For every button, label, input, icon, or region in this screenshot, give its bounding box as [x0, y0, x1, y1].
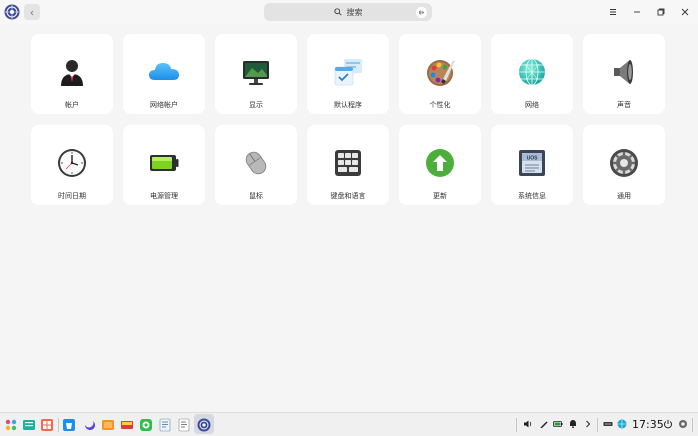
app-store-icon[interactable] [62, 418, 76, 432]
taskbar-separator [58, 418, 59, 432]
photos-icon[interactable] [120, 418, 134, 432]
close-icon [681, 8, 689, 16]
menu-icon [610, 9, 616, 15]
tile-label: 个性化 [429, 101, 451, 109]
close-button[interactable] [679, 6, 691, 18]
tile-label: 默认程序 [334, 101, 362, 109]
update-arrow-icon [426, 149, 454, 177]
tile-label: 显示 [249, 101, 263, 109]
palette-icon [427, 60, 455, 86]
tile-label: 声音 [617, 101, 631, 109]
power-icon[interactable] [663, 419, 673, 429]
tile-label: 电源管理 [150, 192, 178, 200]
clock-icon [58, 149, 86, 177]
tile-account[interactable]: 帐户 [31, 34, 113, 114]
tile-general[interactable]: 通用 [583, 125, 665, 205]
network-globe-icon [519, 58, 545, 86]
default-apps-icon [334, 59, 362, 86]
gear-icon [610, 149, 638, 177]
tile-mouse[interactable]: 鼠标 [215, 125, 297, 205]
tile-default-apps[interactable]: 默认程序 [307, 34, 389, 114]
cloud-icon [149, 63, 179, 80]
chevron-left-icon: ‹ [29, 5, 35, 19]
tile-sound[interactable]: 声音 [583, 34, 665, 114]
tile-label: 鼠标 [249, 192, 263, 200]
minimize-icon [634, 11, 640, 13]
tile-system-info[interactable]: UOS 系统信息 [491, 125, 573, 205]
multitask-view-icon[interactable] [22, 418, 36, 432]
tile-update[interactable]: 更新 [399, 125, 481, 205]
volume-icon[interactable] [523, 419, 533, 429]
tile-label: 网络帐户 [150, 101, 178, 109]
launcher-icon[interactable] [4, 418, 18, 432]
workspace-icon[interactable] [40, 418, 54, 432]
restore-icon [657, 8, 665, 16]
tile-label: 网络 [525, 101, 539, 109]
tile-cloud-account[interactable]: 网络帐户 [123, 34, 205, 114]
title-bar: ‹ 搜索 [0, 0, 698, 24]
system-info-icon: UOS [519, 150, 545, 176]
tray-separator [597, 418, 598, 432]
document-viewer-icon[interactable] [158, 418, 172, 432]
tile-label: 通用 [617, 192, 631, 200]
control-center-icon[interactable] [197, 418, 211, 432]
tile-personalization[interactable]: 个性化 [399, 34, 481, 114]
tile-display[interactable]: 显示 [215, 34, 297, 114]
app-logo-icon [4, 4, 20, 20]
notification-bell-icon[interactable] [568, 419, 578, 429]
search-icon [333, 8, 342, 16]
chat-icon[interactable] [139, 418, 153, 432]
mouse-icon [245, 151, 267, 175]
keyboard-icon [335, 150, 361, 176]
tile-datetime[interactable]: 时间日期 [31, 125, 113, 205]
battery-icon [150, 155, 179, 171]
svg-text:UOS: UOS [527, 156, 539, 162]
tile-label: 键盘和语言 [330, 192, 366, 200]
pen-icon[interactable] [539, 419, 549, 429]
tile-power[interactable]: 电源管理 [123, 125, 205, 205]
tile-network[interactable]: 网络 [491, 34, 573, 114]
browser-icon[interactable] [82, 418, 96, 432]
tile-label: 系统信息 [518, 192, 546, 200]
tile-label: 时间日期 [58, 192, 86, 200]
settings-tray-icon[interactable] [678, 419, 688, 429]
search-box[interactable]: 搜索 [264, 3, 432, 21]
monitor-icon [243, 61, 269, 85]
search-label: 搜索 [346, 7, 363, 17]
file-manager-icon[interactable] [101, 418, 115, 432]
taskbar: 17:35 [0, 412, 698, 436]
voice-icon [419, 10, 424, 15]
speaker-icon [614, 60, 633, 84]
tile-label: 帐户 [65, 101, 79, 109]
tray-separator [516, 418, 517, 432]
tray-expand-chevron-icon[interactable] [583, 419, 593, 429]
account-icon [61, 60, 83, 86]
text-editor-icon[interactable] [177, 418, 191, 432]
taskbar-clock[interactable]: 17:35 [632, 418, 664, 431]
menu-button[interactable] [607, 6, 619, 18]
minimize-button[interactable] [631, 6, 643, 18]
keyboard-layout-icon[interactable] [603, 419, 613, 429]
tile-keyboard[interactable]: 键盘和语言 [307, 125, 389, 205]
tile-label: 更新 [433, 192, 447, 200]
voice-search-button[interactable] [416, 7, 427, 18]
control-center-window: ‹ 搜索 帐户 网络帐户 显示 默认程序 个性化 网络 声音 时间日期 电源管理… [0, 0, 698, 412]
maximize-button[interactable] [655, 6, 667, 18]
battery-tray-icon[interactable] [553, 419, 563, 429]
network-tray-icon[interactable] [617, 419, 627, 429]
show-desktop-edge[interactable] [692, 418, 693, 432]
back-button[interactable]: ‹ [24, 4, 40, 20]
